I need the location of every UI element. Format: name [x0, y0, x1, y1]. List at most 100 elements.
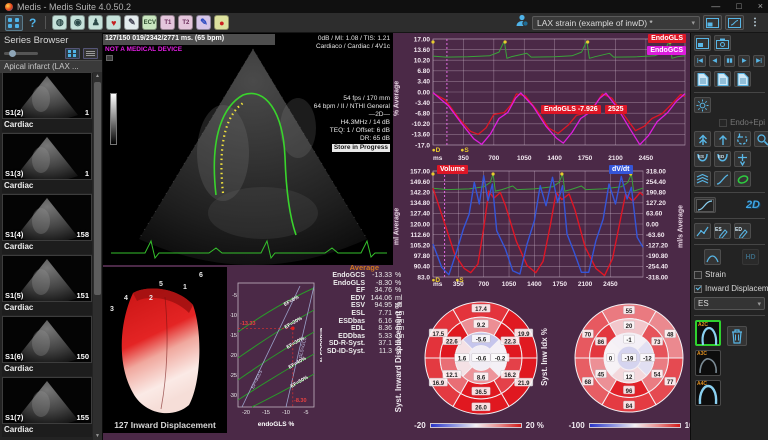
layers-icon[interactable] [694, 171, 711, 187]
medis-suite-window: Medis - Medis Suite 4.0.50.2 — □ × ? ◍◉♟… [0, 0, 768, 440]
export-report-icon[interactable] [694, 71, 711, 87]
view-thumbnail-a3c[interactable]: A3C [695, 350, 721, 376]
strain-checkbox[interactable] [694, 271, 702, 279]
ecv-app-icon[interactable]: ECV [142, 15, 157, 30]
delete-analysis-button[interactable] [727, 326, 747, 346]
3d-model-view[interactable]: 615243 127 Inward Displacement [103, 267, 227, 433]
svg-text:-17.0: -17.0 [415, 142, 430, 149]
ultrasound-view[interactable]: 127/150 019/2342/2771 ms. (65 bpm) NOT A… [103, 33, 393, 265]
next-frame-button[interactable]: ▶ [738, 55, 750, 67]
user-icon[interactable] [515, 13, 529, 32]
svg-text:8.6: 8.6 [477, 375, 486, 381]
orientation-marker-icon [106, 55, 113, 61]
strain-chart: 17.0013.6010.206.803.400.00-3.40-6.80-10… [393, 33, 690, 165]
series-thumbnail[interactable]: S1(2)1 Cardiac [2, 72, 92, 133]
volume-chart: 157.00149.60142.20134.80127.40120.00112.… [393, 165, 690, 290]
roi-ellipse-icon[interactable] [734, 171, 751, 187]
svg-text:2100: 2100 [578, 281, 593, 288]
curve-preview-button[interactable] [694, 197, 716, 213]
brightness-icon[interactable] [694, 97, 711, 113]
qstrain-app-icon[interactable]: ♥ [106, 15, 121, 30]
series-thumbnail[interactable]: S1(7)155 Cardiac [2, 377, 92, 438]
maximize-button[interactable]: □ [736, 0, 741, 13]
acquisition-line-1: 0dB / MI: 1.08 / TIS: 1.21 [316, 35, 390, 43]
2d-mode-badge[interactable]: 2D [746, 199, 760, 211]
ed-contour-icon[interactable]: ED [714, 151, 731, 167]
svg-text:ES: ES [698, 154, 704, 159]
t2-app-icon[interactable]: T2 [178, 15, 193, 30]
endo-epi-checkbox[interactable] [719, 119, 727, 127]
bullseye-inward-index[interactable]: 554877846870207354964586-1-12120-19 -100… [563, 297, 690, 437]
report-icon[interactable] [694, 35, 711, 51]
series-thumbnail[interactable]: S1(6)150 Cardiac [2, 316, 92, 377]
help-button[interactable]: ? [26, 16, 39, 30]
inward-displacement-checkbox[interactable] [694, 285, 702, 293]
close-button[interactable]: × [758, 0, 763, 13]
svg-text:6.80: 6.80 [417, 68, 430, 75]
svg-text:EF=0%: EF=0% [283, 294, 301, 308]
legend-dvdt[interactable]: dV/dt [609, 165, 633, 174]
snapshot-icon[interactable] [714, 35, 731, 51]
phase-select[interactable]: ES ▾ [694, 297, 765, 310]
es-contour-icon[interactable]: ES [694, 151, 711, 167]
svg-text:●D: ●D [432, 147, 441, 154]
shift-contour-icon[interactable] [694, 131, 711, 147]
lv-3d-model: 615243 [103, 267, 227, 417]
svg-text:-19: -19 [625, 356, 634, 362]
qtag-app-icon[interactable]: ● [214, 15, 229, 30]
layout-2-button[interactable] [725, 15, 744, 30]
curve-tool-icon[interactable] [714, 171, 731, 187]
bullseye-inward-displacement[interactable]: 17.419.921.926.016.917.59.222.316.236.51… [397, 297, 561, 437]
legend-volume[interactable]: Volume [437, 165, 468, 174]
thumbnail-size-slider[interactable] [4, 52, 38, 55]
qmap-app-icon[interactable]: ✎ [124, 15, 139, 30]
qflow-app-icon[interactable]: ◍ [52, 15, 67, 30]
export-image-icon[interactable] [734, 71, 751, 87]
edit-ed-icon[interactable]: ED [734, 223, 751, 239]
segment-number: 2 [149, 295, 153, 302]
view-thumbnail-a2c[interactable]: A2C [695, 320, 721, 346]
svg-text:-6.80: -6.80 [415, 111, 430, 118]
last-frame-button[interactable]: ▶| [753, 55, 765, 67]
grid-view-button[interactable] [65, 48, 80, 59]
previous-frame-button[interactable]: ◀ [709, 55, 721, 67]
series-thumbnail[interactable]: S1(5)151 Cardiac [2, 255, 92, 316]
tools-panel: |◀ ◀ ▮▮ ▶ ▶| [690, 33, 768, 440]
series-thumbnail[interactable]: S1(3)1 Cardiac [2, 133, 92, 194]
annotate-app-icon[interactable]: ✎ [196, 15, 211, 30]
svg-text:318.00: 318.00 [646, 168, 666, 175]
series-scrollbar[interactable]: ▲ ▼ [93, 72, 102, 440]
more-options-icon[interactable]: ⋮ [747, 17, 763, 28]
first-frame-button[interactable]: |◀ [694, 55, 706, 67]
scatter-tool-icon[interactable] [694, 223, 711, 239]
minimize-button[interactable]: — [711, 0, 720, 13]
series-browser-button[interactable] [5, 15, 23, 31]
series-thumbnail[interactable]: S1(4)158 Cardiac [2, 194, 92, 255]
qmass-app-icon[interactable]: ◉ [70, 15, 85, 30]
svg-text:157.00: 157.00 [410, 168, 430, 175]
pause-button[interactable]: ▮▮ [724, 55, 736, 67]
zoom-icon[interactable] [754, 131, 768, 147]
svg-text:-30: -30 [230, 393, 237, 399]
svg-text:127.40: 127.40 [410, 211, 430, 218]
edit-es-icon[interactable]: ES [714, 223, 731, 239]
session-dropdown[interactable]: LAX strain (example of inwD) * ▾ [532, 16, 700, 30]
legend-endogcs[interactable]: EndoGCS [647, 46, 686, 55]
svg-text:17.00: 17.00 [414, 36, 431, 43]
peak-curve-button[interactable] [704, 249, 721, 265]
qplaque-app-icon[interactable]: ♟ [88, 15, 103, 30]
list-view-button[interactable] [83, 48, 98, 59]
nudge-contour-icon[interactable] [714, 131, 731, 147]
export-values-icon[interactable] [714, 71, 731, 87]
layout-1-button[interactable] [703, 15, 722, 30]
view-thumbnail-a4c[interactable]: A4C [695, 380, 721, 406]
hd-mode-button[interactable]: HD [742, 249, 759, 265]
svg-text:1050: 1050 [502, 281, 517, 288]
legend-endogls[interactable]: EndoGLS [648, 34, 686, 43]
svg-text:-127.20: -127.20 [646, 243, 668, 250]
t1-app-icon[interactable]: T1 [160, 15, 175, 30]
volume-chart-y2label: ml/s Average [678, 182, 685, 272]
undo-icon[interactable] [734, 131, 751, 147]
svg-text:96: 96 [626, 389, 633, 395]
landmark-icon[interactable] [734, 151, 751, 167]
